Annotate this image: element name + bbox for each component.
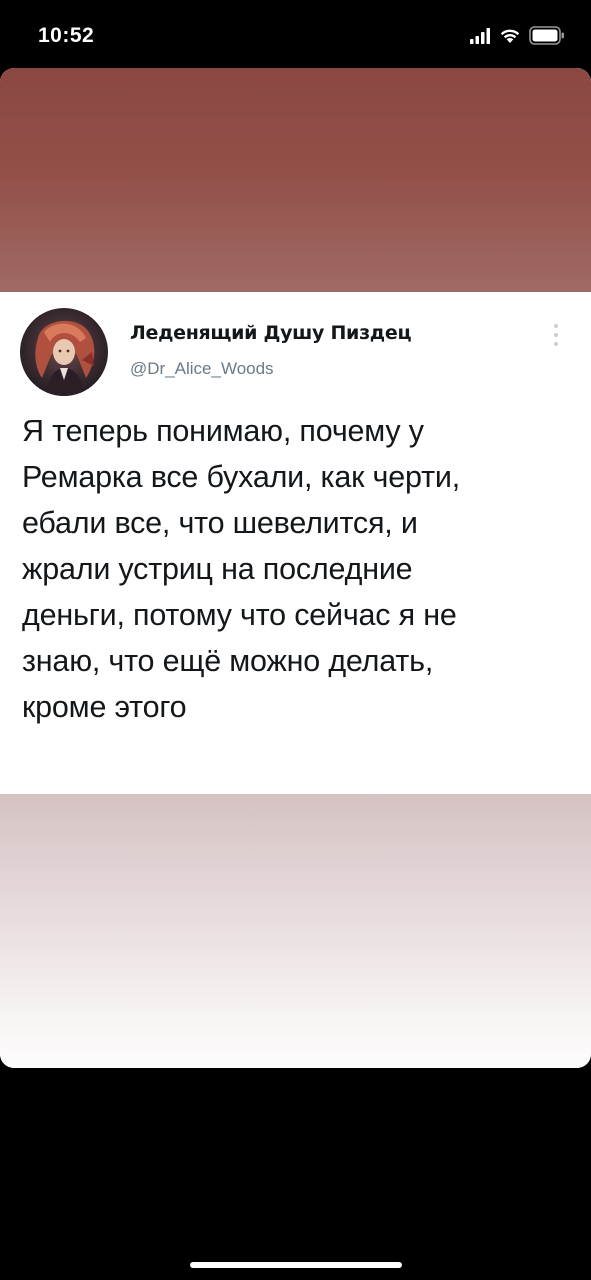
user-handle: @Dr_Alice_Woods <box>130 359 274 378</box>
home-indicator[interactable] <box>190 1262 402 1268</box>
tweet-card: Леденящий Душу Пиздец @Dr_Alice_Woods Я … <box>0 292 591 794</box>
battery-icon <box>529 26 564 45</box>
tweet-text: Я теперь понимаю, почему у Ремарка все б… <box>22 414 460 724</box>
tweet-screenshot-image[interactable]: Леденящий Душу Пиздец @Dr_Alice_Woods Я … <box>0 68 591 1068</box>
signal-icon <box>470 28 490 44</box>
image-bottom-band <box>0 794 591 1068</box>
status-bar: 10:52 <box>0 0 591 70</box>
avatar <box>20 308 108 396</box>
wifi-icon <box>500 29 520 43</box>
status-time: 10:52 <box>38 24 95 47</box>
image-top-band <box>0 68 591 292</box>
more-options-icon <box>554 324 558 346</box>
display-name: Леденящий Душу Пиздец <box>130 322 412 344</box>
